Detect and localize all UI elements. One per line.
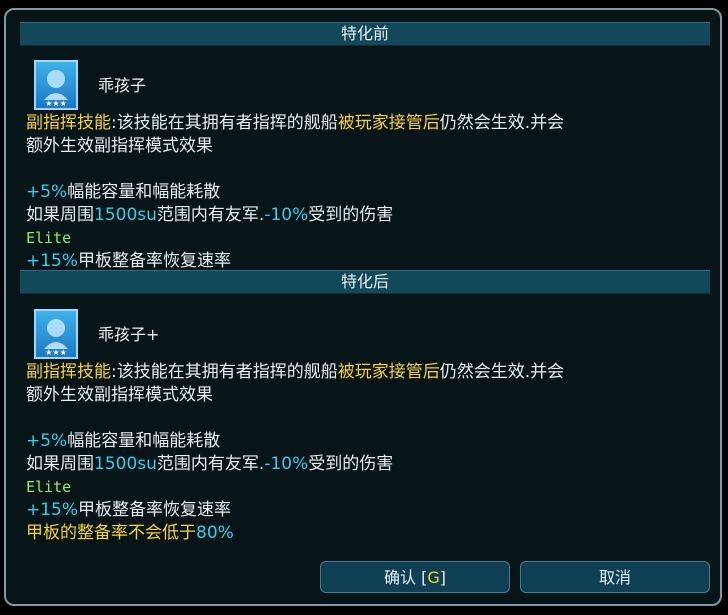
bonus-line-3: +15%甲板整备率恢复速率 — [26, 500, 232, 520]
skill-description: 副指挥技能:该技能在其拥有者指挥的舰船被玩家接管后仍然会生效.并会 额外生效副指… — [26, 112, 564, 273]
highlight-text: 被玩家接管后 — [337, 362, 440, 382]
skill-name: 乖孩子+ — [98, 325, 160, 344]
elite-label: Elite — [26, 478, 72, 496]
confirm-button[interactable]: 确认 [G] — [320, 561, 510, 593]
skill-name: 乖孩子 — [98, 76, 147, 95]
skill-type-label: 副指挥技能 — [26, 113, 111, 133]
bonus-line-4: 甲板的整备率不会低于80% — [26, 523, 234, 543]
svg-text:★★★: ★★★ — [45, 348, 67, 357]
skill-description: 副指挥技能:该技能在其拥有者指挥的舰船被玩家接管后仍然会生效.并会 额外生效副指… — [26, 361, 564, 545]
bonus-line-1: +5%幅能容量和幅能耗散 — [26, 182, 221, 202]
desc-line-1: 副指挥技能:该技能在其拥有者指挥的舰船被玩家接管后仍然会生效.并会 — [26, 362, 565, 382]
elite-label: Elite — [26, 229, 72, 247]
desc-line-1: 副指挥技能:该技能在其拥有者指挥的舰船被玩家接管后仍然会生效.并会 — [26, 113, 565, 133]
desc-line-2: 额外生效副指挥模式效果 — [26, 385, 213, 405]
officer-portrait-icon: ★★★ — [34, 60, 78, 110]
bonus-line-1: +5%幅能容量和幅能耗散 — [26, 431, 221, 451]
header-after: 特化后 — [20, 270, 710, 294]
hotkey-indicator: G — [427, 568, 440, 587]
cancel-button[interactable]: 取消 — [520, 561, 710, 593]
officer-portrait-icon: ★★★ — [34, 309, 78, 359]
header-before: 特化前 — [20, 22, 710, 46]
desc-line-2: 额外生效副指挥模式效果 — [26, 136, 213, 156]
bonus-line-2: 如果周围1500su范围内有友军.-10%受到的伤害 — [26, 454, 394, 474]
skill-type-label: 副指挥技能 — [26, 362, 111, 382]
svg-text:★★★: ★★★ — [45, 99, 67, 108]
skill-comparison-dialog: 特化前 ★★★ 乖孩子 副指挥技能:该技能在其拥有者指挥的舰船被玩家接管后仍然会… — [4, 8, 722, 606]
bonus-line-2: 如果周围1500su范围内有友军.-10%受到的伤害 — [26, 205, 394, 225]
highlight-text: 被玩家接管后 — [337, 113, 440, 133]
